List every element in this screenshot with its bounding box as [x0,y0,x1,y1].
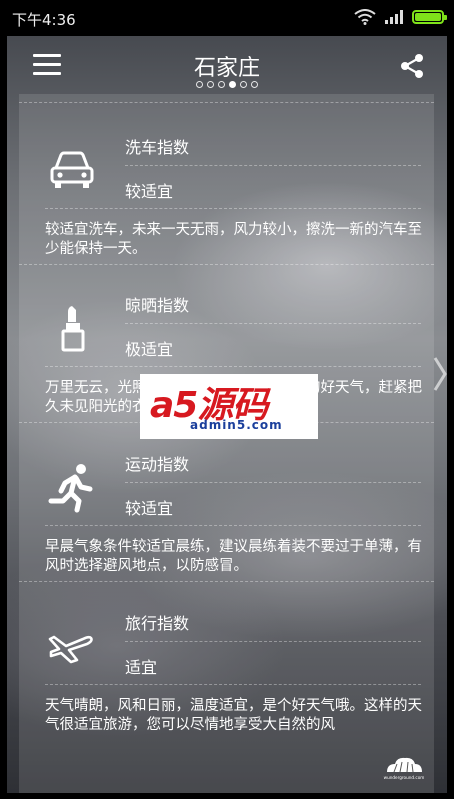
life-index-list[interactable]: 洗车指数 较适宜 较适宜洗车，未来一天无雨，风力较小，擦洗一新的汽车至少能保持一… [19,94,434,793]
index-name: 洗车指数 [125,138,190,157]
signal-icon [385,10,403,24]
battery-icon [412,10,447,24]
divider [45,208,421,209]
wunderground-logo-text: wunderground.com [384,775,425,780]
page-dot [207,81,214,88]
index-name: 运动指数 [125,455,190,474]
page-dot [218,81,225,88]
status-icons [354,9,447,25]
header: 石家庄 [7,36,447,96]
page-dot [251,81,258,88]
wunderground-logo: wunderground.com [384,757,425,780]
divider [19,581,434,582]
divider [45,684,421,685]
index-description: 早晨气象条件较适宜晨练，建议晨练着装不要过于单薄，有风时选择避风地点，以防感冒。 [45,539,422,574]
page-dot [229,81,236,88]
share-icon[interactable] [399,53,425,79]
divider [19,264,434,265]
index-level: 较适宜 [125,182,174,201]
divider [45,525,421,526]
index-level: 较适宜 [125,499,174,518]
status-time: 下午4:36 [12,11,76,29]
index-description: 较适宜洗车，未来一天无雨，风力较小，擦洗一新的汽车至少能保持一天。 [45,222,422,257]
page-indicator [7,81,447,88]
divider [125,641,421,642]
wifi-icon [354,9,376,25]
divider [125,482,421,483]
index-level: 极适宜 [125,340,174,359]
watermark-sub-text: admin5.com [190,418,283,432]
index-description: 天气晴朗，风和日丽，温度适宜，是个好天气哦。这样的天气很适宜旅游，您可以尽情地享… [45,698,422,733]
index-name: 旅行指数 [125,614,190,633]
airplane-icon [48,635,93,664]
running-icon [48,464,93,513]
index-name: 晾晒指数 [125,296,190,315]
page-dot [240,81,247,88]
page-dot [196,81,203,88]
watermark: a5源码 admin5.com [140,374,318,439]
index-level: 适宜 [125,658,158,677]
top-divider [19,102,434,103]
lipstick-icon [61,306,85,352]
divider [45,366,421,367]
weather-app: 石家庄 洗车指数 较适宜 较适宜洗车，未来一天无雨，风力较小，擦洗一新的汽车至少… [7,36,447,793]
car-icon [50,151,94,188]
city-title: 石家庄 [193,56,260,81]
divider [125,165,421,166]
status-bar: 下午4:36 [0,0,454,36]
chevron-right-icon[interactable] [433,354,447,394]
divider [125,323,421,324]
